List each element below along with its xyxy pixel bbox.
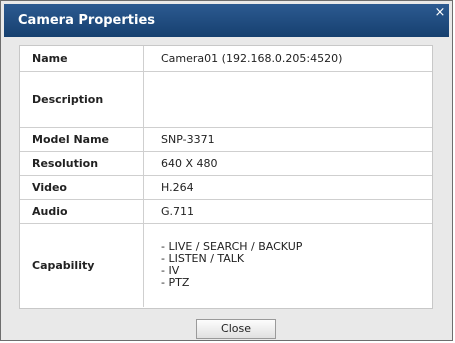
row-label: Name: [20, 46, 144, 72]
row-value: 640 X 480: [143, 151, 432, 176]
row-label: Audio: [20, 199, 144, 224]
capability-item: - LISTEN / TALK: [161, 252, 245, 266]
table-row-audio: Audio G.711: [20, 199, 432, 224]
row-value: Camera01 (192.168.0.205:4520): [143, 46, 432, 72]
capability-item: - PTZ: [161, 276, 190, 290]
close-icon[interactable]: ×: [431, 4, 449, 22]
row-value: [143, 71, 432, 128]
row-label: Capability: [20, 223, 144, 307]
row-value: G.711: [143, 199, 432, 224]
row-value: SNP-3371: [143, 127, 432, 152]
table-row-model-name: Model Name SNP-3371: [20, 127, 432, 152]
row-label: Description: [20, 71, 144, 128]
capability-item: - IV: [161, 264, 180, 278]
close-button[interactable]: Close: [196, 319, 276, 339]
properties-table: Name Camera01 (192.168.0.205:4520) Descr…: [20, 46, 432, 307]
camera-properties-dialog: Camera Properties × Name Camera01 (192.1…: [0, 0, 453, 341]
dialog-titlebar: Camera Properties ×: [4, 4, 449, 37]
table-row-description: Description: [20, 71, 432, 128]
row-value: H.264: [143, 175, 432, 200]
dialog-title: Camera Properties: [18, 13, 156, 28]
table-row-capability: Capability - LIVE / SEARCH / BACKUP - LI…: [20, 223, 432, 307]
table-row-video: Video H.264: [20, 175, 432, 200]
row-label: Video: [20, 175, 144, 200]
table-row-resolution: Resolution 640 X 480: [20, 151, 432, 176]
row-label: Model Name: [20, 127, 144, 152]
table-row-name: Name Camera01 (192.168.0.205:4520): [20, 46, 432, 72]
row-label: Resolution: [20, 151, 144, 176]
properties-panel: Name Camera01 (192.168.0.205:4520) Descr…: [19, 45, 433, 309]
capability-list: - LIVE / SEARCH / BACKUP - LISTEN / TALK…: [144, 223, 433, 307]
